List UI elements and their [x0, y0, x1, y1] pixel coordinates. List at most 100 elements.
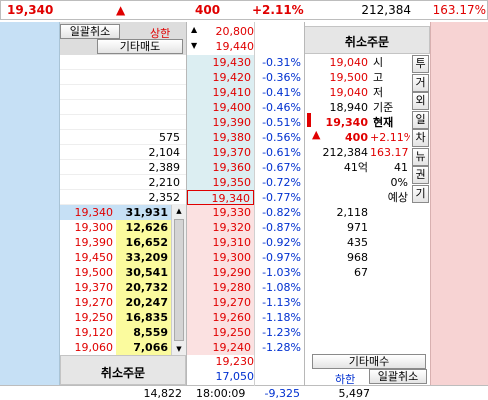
- trade-price: 19,500: [60, 265, 116, 280]
- bid-rate: -1.03%: [255, 265, 304, 280]
- bid-row: 19,250 16,835 19,260 -1.18%: [0, 310, 488, 325]
- trade-price: 19,250: [60, 310, 116, 325]
- cancel-order-header[interactable]: 취소주문: [304, 26, 430, 54]
- trade-volume: 12,626: [116, 220, 171, 235]
- current-marker: [307, 113, 311, 127]
- upper-limit-price: 20,800: [215, 25, 255, 38]
- side-tab[interactable]: 뉴: [412, 147, 429, 166]
- trade-volume: 31,931: [116, 205, 171, 220]
- cancel-order-bottom-label[interactable]: 취소주문: [61, 364, 185, 381]
- bid-price[interactable]: 19,310: [187, 235, 254, 250]
- other-sell-button[interactable]: 기타매도: [97, 39, 183, 54]
- grid-line: [254, 22, 255, 386]
- up-triangle-icon: ▲: [312, 128, 321, 141]
- bid-rate: -0.82%: [255, 205, 304, 220]
- bid-price[interactable]: 19,330: [187, 205, 254, 220]
- trade-price: 19,300: [60, 220, 116, 235]
- side-tab[interactable]: 권: [412, 166, 429, 184]
- bid-price[interactable]: 19,250: [187, 325, 254, 340]
- bid-row: 19,370 20,732 19,280 -1.08%: [0, 280, 488, 295]
- bid-row: 19,060 7,066 19,240 -1.28%: [0, 340, 488, 355]
- bid-volume[interactable]: [305, 325, 370, 340]
- bid-volume[interactable]: [305, 280, 370, 295]
- bid-row: 19,500 30,541 19,290 -1.03% 67: [0, 265, 488, 280]
- scroll-up-icon[interactable]: ▲: [172, 205, 186, 217]
- info-label: 저: [373, 86, 384, 99]
- bid-price[interactable]: 19,290: [187, 265, 254, 280]
- bid-price[interactable]: 19,280: [187, 280, 254, 295]
- volume-rate: 163.17%: [432, 3, 486, 17]
- bid-row: 19,450 33,209 19,300 -0.97% 968: [0, 250, 488, 265]
- info-rate: +2.11%: [370, 131, 410, 144]
- other-buy-button[interactable]: 기타매수: [312, 354, 426, 369]
- info-value: 19,040: [329, 86, 369, 99]
- info-label: 고: [373, 71, 384, 84]
- info-label: 기준: [373, 101, 394, 114]
- info-value: 41억: [343, 161, 368, 174]
- volume: 212,384: [361, 3, 411, 17]
- trade-price: 19,270: [60, 295, 116, 310]
- lower-price-a: 19,230: [215, 355, 255, 368]
- trade-price: 19,340: [60, 205, 116, 220]
- scroll-thumb[interactable]: [174, 219, 184, 341]
- bid-price[interactable]: 19,270: [187, 295, 254, 310]
- trade-volume: 7,066: [116, 340, 171, 355]
- bid-price[interactable]: 19,320: [187, 220, 254, 235]
- bid-volume[interactable]: [305, 295, 370, 310]
- side-tab[interactable]: 기: [412, 184, 429, 203]
- bid-rate: -0.97%: [255, 250, 304, 265]
- bid-volume[interactable]: 971: [305, 220, 370, 235]
- trade-volume: 33,209: [116, 250, 171, 265]
- trade-volume: 30,541: [116, 265, 171, 280]
- scrollbar[interactable]: ▲ ▼: [171, 205, 186, 355]
- bid-volume[interactable]: 435: [305, 235, 370, 250]
- info-label: 현재: [373, 116, 394, 129]
- bid-row: 19,120 8,559 19,250 -1.23%: [0, 325, 488, 340]
- cancel-order-right-label: 취소주문: [344, 35, 390, 49]
- totals-row: 14,822 18:00:09 -9,325 5,497: [0, 385, 488, 400]
- side-tab[interactable]: 외: [412, 92, 429, 110]
- lower-price-b: 17,050: [215, 370, 255, 383]
- bid-price[interactable]: 19,240: [187, 340, 254, 355]
- bid-total: 5,497: [338, 387, 371, 400]
- info-value: [305, 190, 370, 205]
- bid-volume[interactable]: [305, 310, 370, 325]
- trade-volume: 16,652: [116, 235, 171, 250]
- bid-volume[interactable]: 2,118: [305, 205, 370, 220]
- bottom-cancel-area: 취소주문: [60, 355, 186, 385]
- bid-volume[interactable]: 968: [305, 250, 370, 265]
- info-value: 212,384: [322, 146, 369, 159]
- side-tab[interactable]: 차: [412, 129, 429, 147]
- bid-volume[interactable]: 67: [305, 265, 370, 280]
- quote-time: 18:00:09: [196, 387, 246, 400]
- bid-row: 19,390 16,652 19,310 -0.92% 435: [0, 235, 488, 250]
- trade-price: 19,120: [60, 325, 116, 340]
- bid-volume[interactable]: [305, 340, 370, 355]
- bid-rate: -0.92%: [255, 235, 304, 250]
- change-rate: +2.11%: [252, 3, 304, 17]
- up-arrow-icon: ▲: [116, 3, 126, 17]
- cancel-all-bottom-button[interactable]: 일괄취소: [369, 369, 427, 384]
- side-tab[interactable]: 거: [412, 73, 429, 92]
- first-ask-price: 19,440: [215, 40, 255, 53]
- bid-price[interactable]: 19,300: [187, 250, 254, 265]
- trade-volume: 16,835: [116, 310, 171, 325]
- remain-diff: -9,325: [264, 387, 300, 400]
- info-rate: 41: [394, 161, 408, 174]
- bid-rate: -1.13%: [255, 295, 304, 310]
- side-tab[interactable]: 일: [412, 110, 429, 129]
- scroll-down-icon[interactable]: ▼: [172, 343, 186, 355]
- info-rate: 예상: [387, 191, 408, 204]
- bid-row: 19,300 12,626 19,320 -0.87% 971: [0, 220, 488, 235]
- ask-total: 14,822: [143, 387, 183, 400]
- side-tab[interactable]: 투: [412, 55, 429, 73]
- info-label: 시: [373, 56, 384, 69]
- info-rate: 163.17: [370, 146, 409, 159]
- info-rate: 0%: [390, 176, 408, 189]
- top-bar: 19,340 ▲ 400 +2.11% 212,384 163.17%: [0, 0, 488, 20]
- trade-volume: 8,559: [116, 325, 171, 340]
- cancel-all-top-button[interactable]: 일괄취소: [60, 24, 120, 39]
- bid-rate: -1.28%: [255, 340, 304, 355]
- grid-line: [186, 22, 187, 386]
- bid-price[interactable]: 19,260: [187, 310, 254, 325]
